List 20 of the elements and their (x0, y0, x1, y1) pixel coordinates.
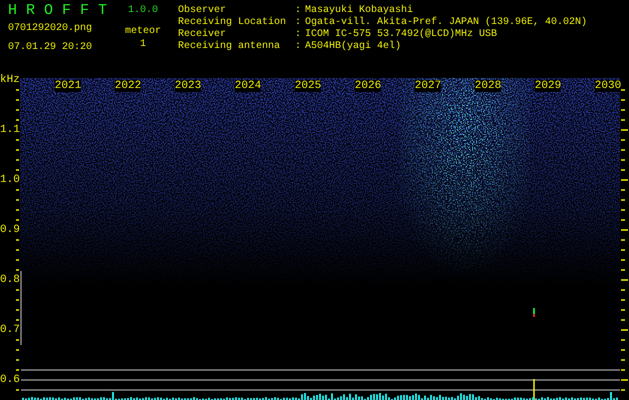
echo-mark (533, 308, 535, 317)
app-title: H R O F F T (8, 3, 108, 19)
meteor-label: meteor (124, 26, 161, 38)
info-value: A504HB(yagi 4el) (305, 41, 402, 53)
file-name: 0701292020.png (8, 23, 94, 35)
separator: : (295, 29, 302, 41)
info-label: Receiver (178, 29, 228, 40)
separator: : (295, 17, 302, 29)
meteor-count: 1 (140, 39, 146, 51)
marker-line (533, 379, 535, 400)
version-label: 1.0.0 (128, 5, 158, 17)
info-label: Observer (178, 5, 228, 16)
info-value: ICOM IC-575 53.7492(@LCD)MHz USB (305, 29, 498, 40)
info-label: Receiving antenna (178, 41, 282, 53)
info-label: Receiving Location (178, 17, 288, 28)
date-time: 07.01.29 20:20 (8, 42, 94, 54)
separator: : (295, 41, 302, 53)
separator: : (295, 5, 302, 17)
info-value: Ogata-vill. Akita-Pref. JAPAN (139.96E, 40.02N) (305, 17, 588, 28)
info-value: Masayuki Kobayashi (305, 5, 414, 16)
